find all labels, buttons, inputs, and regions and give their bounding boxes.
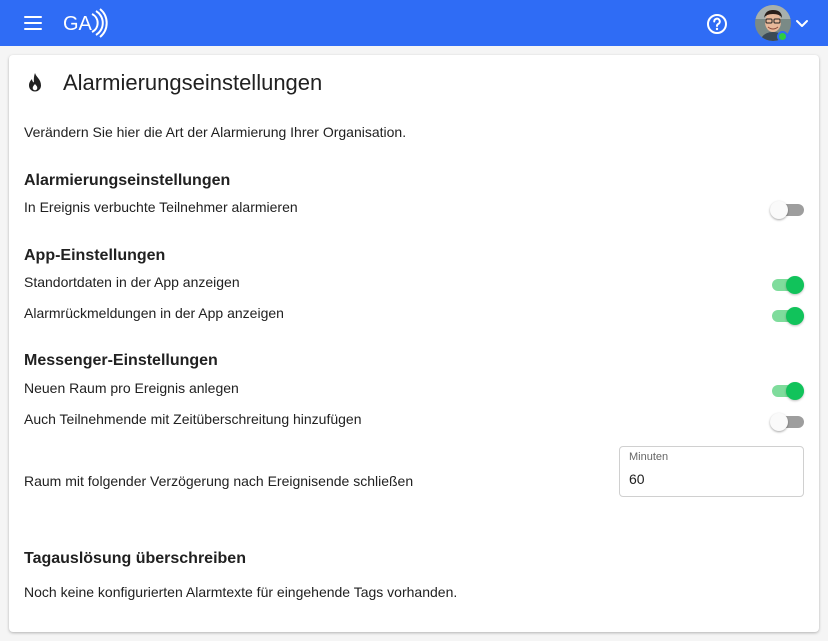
toggle-add-overtime[interactable] (770, 412, 804, 432)
toggle-new-room[interactable] (770, 381, 804, 401)
logo-wave-icon (95, 10, 104, 36)
section-title-alarm: Alarmierungseinstellungen (24, 172, 231, 189)
top-app-bar: GA (0, 0, 828, 46)
setting-label-show-location: Standortdaten in der App anzeigen (24, 274, 240, 290)
menu-icon-bar (24, 22, 42, 24)
toggle-knob (786, 382, 804, 400)
online-status-indicator (777, 31, 788, 42)
toggle-knob (786, 307, 804, 325)
section-title-tags: Tagauslösung überschreiben (24, 550, 246, 567)
section-title-messenger: Messenger-Einstellungen (24, 352, 218, 369)
toggle-notify-booked[interactable] (770, 200, 804, 220)
help-icon[interactable] (705, 12, 729, 36)
toggle-show-feedback[interactable] (770, 306, 804, 326)
menu-icon-bar (24, 28, 42, 30)
setting-label-close-room: Raum mit folgender Verzögerung nach Erei… (24, 473, 414, 489)
toggle-knob (786, 276, 804, 294)
minutes-field-label: Minuten (629, 451, 669, 463)
settings-card: Alarmierungseinstellungen Verändern Sie … (9, 55, 819, 632)
section-title-app: App-Einstellungen (24, 247, 166, 264)
setting-label-show-feedback: Alarmrückmeldungen in der App anzeigen (24, 305, 284, 321)
toggle-show-location[interactable] (770, 275, 804, 295)
menu-button[interactable] (18, 11, 48, 35)
toggle-knob (770, 201, 788, 219)
close-room-delay-field[interactable]: Minuten (619, 446, 804, 497)
chevron-down-icon[interactable] (793, 14, 811, 32)
page-description: Verändern Sie hier die Art der Alarmieru… (24, 124, 407, 140)
tags-empty-text: Noch keine konfigurierten Alarmtexte für… (24, 584, 458, 600)
minutes-input[interactable] (629, 468, 794, 490)
setting-label-new-room: Neuen Raum pro Ereignis anlegen (24, 380, 239, 396)
toggle-knob (770, 413, 788, 431)
logo-text: GA (63, 13, 93, 35)
menu-icon-bar (24, 16, 42, 18)
flame-icon (29, 73, 41, 92)
page-title: Alarmierungseinstellungen (63, 70, 323, 95)
setting-label-notify-booked: In Ereignis verbuchte Teilnehmer alarmie… (24, 199, 298, 215)
setting-label-add-overtime: Auch Teilnehmende mit Zeitüberschreitung… (24, 411, 362, 427)
app-logo[interactable]: GA (62, 8, 108, 38)
